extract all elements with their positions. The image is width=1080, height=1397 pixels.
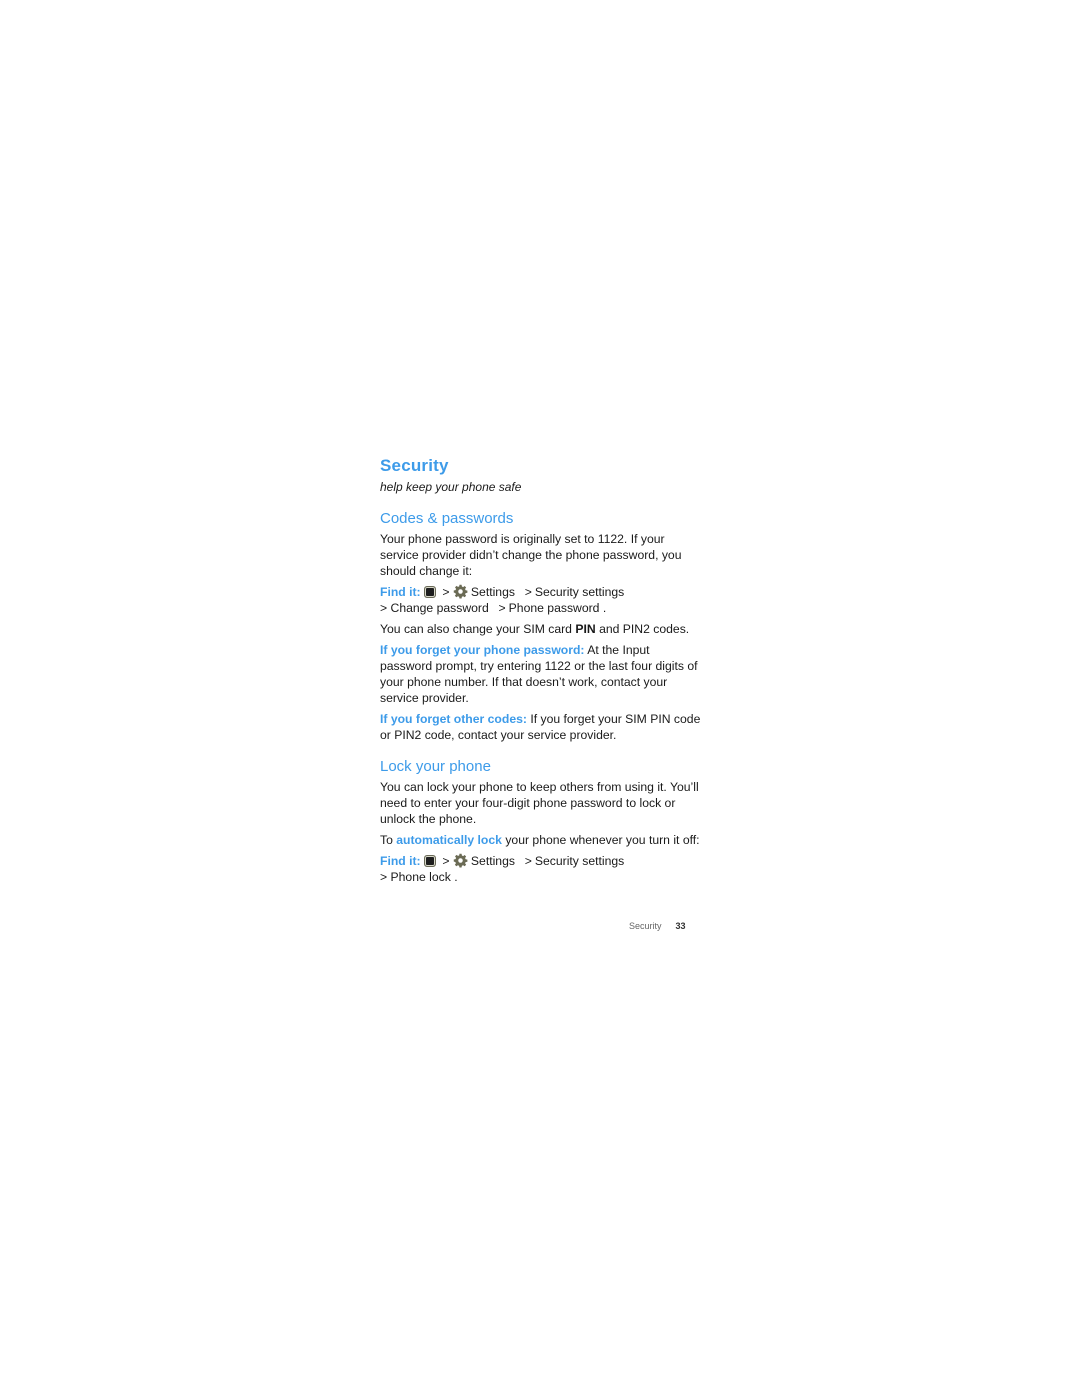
default-code: 1122 — [544, 659, 571, 673]
path-separator: > — [521, 585, 532, 599]
home-menu-icon — [424, 855, 436, 867]
forgot-other-codes: If you forget other codes: If you forget… — [380, 711, 705, 743]
find-it-lock: Find it: > Settings > Security settings >… — [380, 853, 705, 885]
pin-term: PIN — [575, 622, 596, 636]
path-separator: > — [495, 601, 506, 615]
sim-codes-text: You can also change your SIM card PIN an… — [380, 621, 705, 637]
forgot-phone-text: At the — [584, 643, 623, 657]
forgot-phone-text-2: prompt, try entering — [432, 659, 545, 673]
path-separator: > — [442, 585, 450, 599]
codes-intro-text: Your phone password is originally set to — [380, 532, 598, 546]
path-separator: > — [521, 854, 532, 868]
settings-gear-icon — [453, 584, 467, 599]
find-it-label: Find it: — [380, 585, 421, 599]
find-it-label: Find it: — [380, 854, 421, 868]
path-separator: > — [442, 854, 450, 868]
codes-intro: Your phone password is originally set to… — [380, 531, 705, 579]
path-security-settings: Security settings — [534, 585, 625, 599]
page-content: Security help keep your phone safe Codes… — [380, 455, 705, 890]
auto-lock-after: your phone whenever you turn it off: — [501, 833, 700, 847]
forgot-phone-password: If you forget your phone password: At th… — [380, 642, 705, 706]
footer-section: Security — [629, 921, 662, 931]
settings-gear-icon — [453, 853, 467, 868]
find-it-codes: Find it: > Settings > Security settings >… — [380, 584, 705, 616]
lock-heading: Lock your phone — [380, 758, 491, 775]
section-subtitle: help keep your phone safe — [380, 480, 522, 494]
page-number: 33 — [675, 921, 686, 931]
lock-intro: You can lock your phone to keep others f… — [380, 780, 699, 826]
home-menu-icon — [424, 586, 436, 598]
codes-heading: Codes & passwords — [380, 510, 514, 527]
path-settings: Settings — [470, 585, 515, 599]
section-title: Security — [380, 456, 449, 475]
path-phone-password: Phone password — [508, 601, 600, 615]
automatically-lock-term: automatically lock — [396, 833, 502, 847]
forgot-phone-label: If you forget your phone password: — [380, 643, 585, 657]
page-footer: Security 33 — [629, 921, 686, 931]
path-phone-lock: Phone lock — [390, 870, 451, 884]
path-end: . — [454, 870, 458, 884]
path-separator: > — [380, 601, 391, 615]
path-settings: Settings — [470, 854, 515, 868]
auto-lock-text: To automatically lock your phone wheneve… — [380, 832, 705, 848]
default-code: 1122 — [597, 532, 624, 546]
forgot-other-label: If you forget other codes: — [380, 712, 527, 726]
path-end: . — [602, 601, 607, 615]
path-security-settings: Security settings — [534, 854, 625, 868]
path-separator: > — [380, 870, 391, 884]
auto-lock-before: To — [380, 833, 397, 847]
sim-text: You can also change your SIM card — [380, 622, 576, 636]
path-change-password: Change password — [390, 601, 489, 615]
sim-text-2: and PIN2 codes. — [595, 622, 690, 636]
